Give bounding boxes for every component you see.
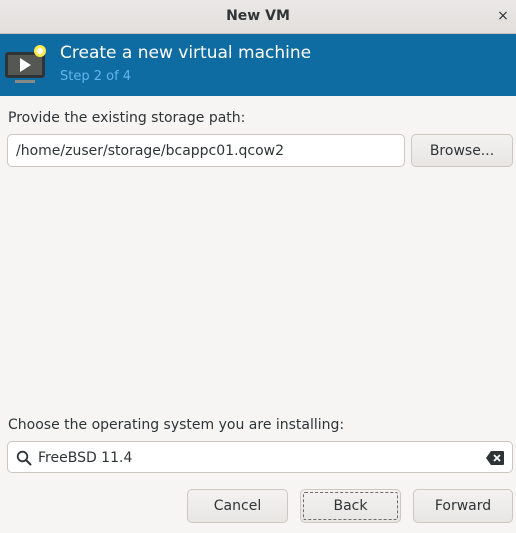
storage-path-value: /home/zuser/storage/bcappc01.qcow2: [16, 143, 285, 159]
window-titlebar: New VM ×: [0, 0, 516, 34]
clear-text-icon[interactable]: [486, 451, 504, 465]
storage-path-label: Provide the existing storage path:: [8, 110, 246, 126]
close-icon[interactable]: ×: [494, 7, 512, 25]
os-search-value: FreeBSD 11.4: [38, 450, 133, 466]
vm-screen-icon: [5, 45, 46, 83]
wizard-step: Step 2 of 4: [60, 69, 132, 84]
back-button[interactable]: Back: [300, 489, 401, 523]
wizard-header: Create a new virtual machine Step 2 of 4: [0, 34, 516, 96]
forward-button[interactable]: Forward: [413, 489, 513, 523]
search-icon: [16, 450, 32, 466]
cancel-button[interactable]: Cancel: [187, 489, 288, 523]
browse-button[interactable]: Browse...: [411, 134, 513, 167]
wizard-title: Create a new virtual machine: [60, 43, 312, 63]
storage-path-input[interactable]: /home/zuser/storage/bcappc01.qcow2: [7, 134, 405, 167]
os-label: Choose the operating system you are inst…: [8, 417, 345, 433]
os-search-input[interactable]: FreeBSD 11.4: [7, 441, 513, 473]
window-title: New VM: [226, 8, 290, 24]
